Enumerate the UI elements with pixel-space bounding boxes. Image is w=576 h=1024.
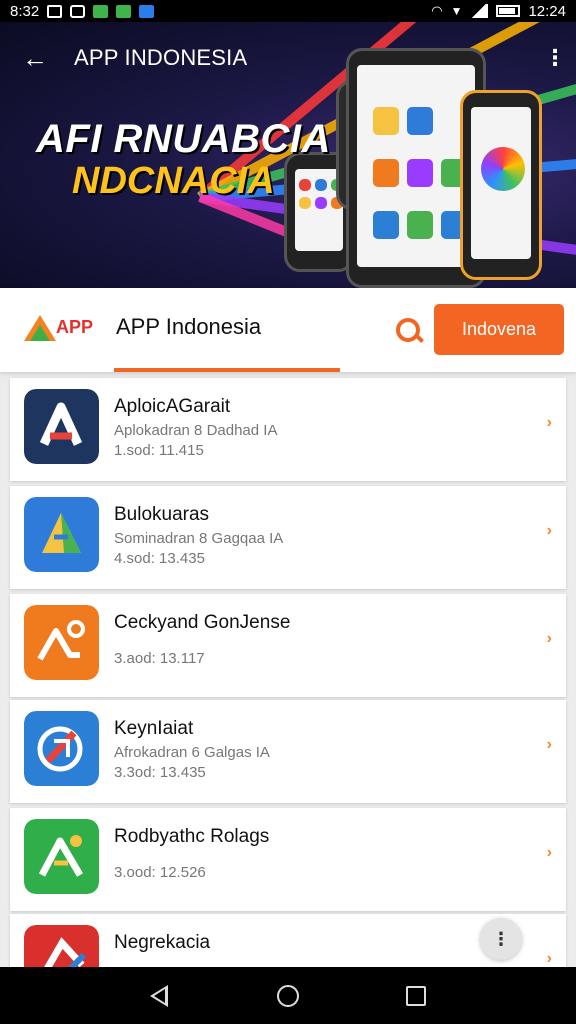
chevron-right-icon: ›: [546, 736, 552, 753]
chevron-right-icon: ›: [546, 844, 552, 861]
status-time-left: 8:32: [10, 2, 40, 20]
nav-back-icon[interactable]: [150, 985, 168, 1007]
signal-icon: [470, 4, 489, 18]
chevron-right-icon: ›: [546, 630, 552, 647]
nav-recent-icon[interactable]: [406, 986, 426, 1006]
app-meta: 4.sod: 13.435: [114, 550, 205, 567]
app-subtitle: Afrokadran 6 Galgas IA: [114, 744, 270, 761]
app-meta: 1.sod: 11.415: [114, 442, 204, 459]
banner-subheadline: NDCNACIA: [72, 160, 275, 202]
banner-headline: AFI RNUABCIA: [36, 117, 331, 161]
app-meta: 3.aod: 13.117: [114, 650, 205, 667]
more-vert-icon[interactable]: ⋮: [480, 918, 522, 960]
logo-text: APP: [56, 317, 94, 337]
list-item[interactable]: Rodbyathc Rolags 3.ood: 12.526 ›: [10, 808, 566, 911]
location-icon: ▼: [450, 4, 463, 18]
logo-mark-inner: [30, 325, 50, 341]
app-title: APP INDONESIA: [74, 45, 248, 70]
list-item[interactable]: KeynIaiat Afrokadran 6 Galgas IA 3.3od: …: [10, 700, 566, 803]
app-logo: APP: [24, 313, 100, 343]
list-item[interactable]: Bulokuaras Sominadran 8 Gagqaa IA 4.sod:…: [10, 486, 566, 589]
app-name: KeynIaiat: [114, 718, 194, 739]
app-bar: ← APP INDONESIA ⋮: [0, 40, 576, 76]
nav-home-icon[interactable]: [277, 985, 299, 1007]
arrow-left-icon[interactable]: ←: [22, 45, 48, 71]
indovena-button[interactable]: Indovena: [434, 304, 564, 355]
status-bar: 8:32 ◠ ▼ 12:24: [0, 0, 576, 22]
download-notification-icon: [139, 4, 155, 18]
phone-illustration: [460, 90, 542, 280]
app-icon: [24, 819, 99, 894]
list-item[interactable]: AploicAGarait Aplokadran 8 Dadhad IA 1.s…: [10, 378, 566, 481]
status-time-right: 12:24: [528, 2, 566, 20]
app-meta: 3.3od: 13.435: [114, 764, 206, 781]
app-notification-icon: [93, 4, 109, 18]
more-vert-icon[interactable]: ⋮: [544, 45, 566, 71]
promo-banner: ← APP INDONESIA ⋮ AFI RNUABCIA NDCNACIA: [0, 22, 576, 288]
gallery-notification-icon: [47, 4, 63, 18]
app-meta: 3.ood: 12.526: [114, 864, 206, 881]
app-name: Bulokuaras: [114, 504, 210, 525]
navigation-bar: [0, 967, 576, 1024]
app-name: Rodbyathc Rolags: [114, 826, 270, 847]
chevron-right-icon: ›: [546, 522, 552, 539]
store-header: APP APP Indonesia Indovena: [0, 288, 576, 372]
android-notification-icon: [116, 4, 132, 18]
app-name: AploicAGarait: [114, 396, 231, 417]
app-screen: 8:32 ◠ ▼ 12:24 ← APP INDONESIA ⋮ AFI RNU…: [0, 0, 576, 1024]
chevron-right-icon: ›: [546, 950, 552, 967]
chevron-right-icon: ›: [546, 414, 552, 431]
store-title: APP Indonesia: [116, 314, 262, 339]
search-icon[interactable]: [394, 316, 426, 348]
active-tab-indicator: [114, 368, 340, 372]
app-icon: [24, 389, 99, 464]
app-icon: [24, 711, 99, 786]
edit-notification-icon: [70, 4, 86, 18]
app-subtitle: Aplokadran 8 Dadhad IA: [114, 422, 278, 439]
app-subtitle: Sominadran 8 Gagqaa IA: [114, 530, 284, 547]
list-item[interactable]: Ceckyand GonJense 3.aod: 13.117 ›: [10, 594, 566, 697]
app-name: Negrekacia: [114, 932, 211, 953]
app-icon: [24, 497, 99, 572]
wifi-icon: ◠: [431, 3, 443, 18]
app-name: Ceckyand GonJense: [114, 612, 291, 633]
battery-icon: [496, 5, 521, 17]
app-icon: [24, 605, 99, 680]
